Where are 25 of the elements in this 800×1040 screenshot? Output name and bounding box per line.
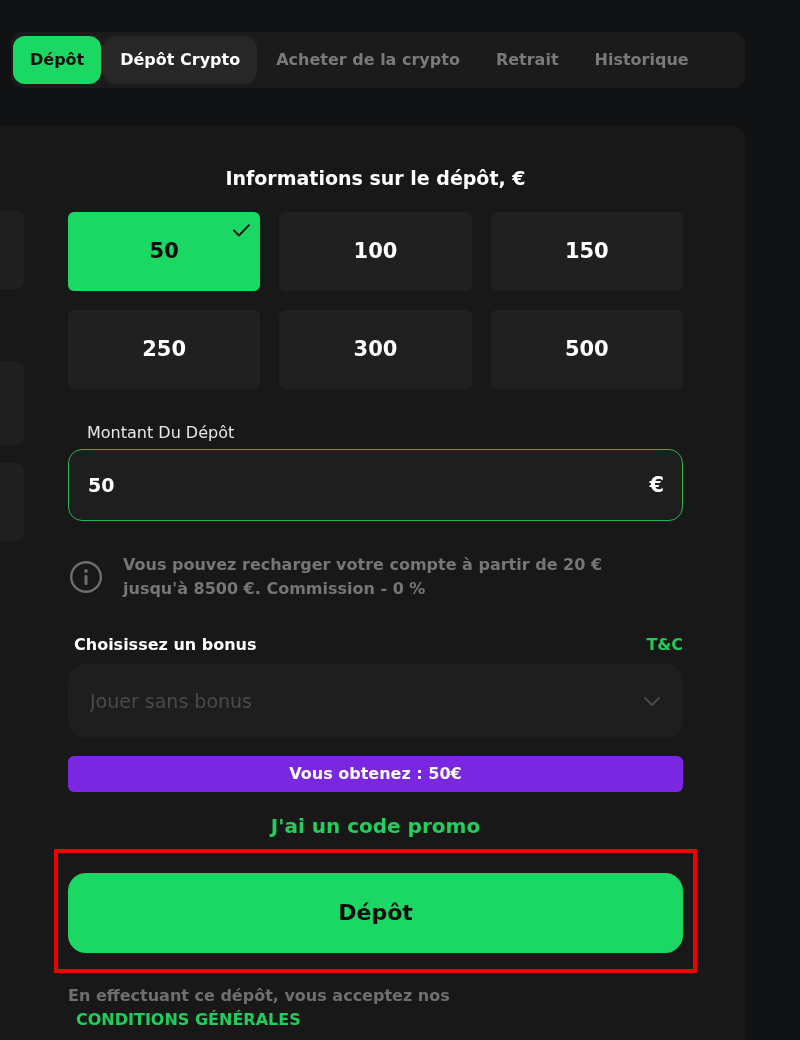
info-text: Vous pouvez recharger votre compte à partir de 20 € jusqu'à 8500 €. Commission - 0 % (123, 554, 604, 600)
field-label: Montant Du Dépôt (87, 423, 236, 443)
chevron-down-icon (644, 697, 660, 706)
form-title: Informations sur le dépôt, € (224, 166, 527, 190)
conditions-link[interactable]: CONDITIONS GÉNÉRALES (76, 1010, 301, 1029)
amount-option[interactable]: 50 (68, 212, 261, 291)
tab[interactable]: Acheter de la crypto (259, 36, 477, 84)
amount-option[interactable]: 100 (279, 212, 472, 291)
info-icon (70, 561, 102, 593)
tab[interactable]: Historique (577, 36, 706, 84)
total-banner: Vous obtenez : 50€ (68, 756, 683, 792)
amount-option[interactable]: 300 (279, 310, 472, 389)
tab[interactable]: Dépôt (13, 36, 102, 84)
terms-link[interactable]: T&C (646, 635, 683, 655)
amount-option[interactable]: 250 (68, 310, 261, 389)
deposit-button[interactable]: Dépôt (68, 873, 683, 953)
currency-symbol: € (649, 473, 664, 497)
check-icon (233, 224, 251, 237)
terms-text: En effectuant ce dépôt, vous acceptez nos CONDITIONS GÉNÉRALES (68, 985, 451, 1031)
amount-option[interactable]: 500 (490, 310, 683, 389)
tab[interactable]: Retrait (478, 36, 576, 84)
bonus-label: Choisissez un bonus (74, 635, 257, 655)
promo-code-link[interactable]: J'ai un code promo (270, 813, 481, 839)
amount-option[interactable]: 150 (490, 212, 683, 291)
tab[interactable]: Dépôt Crypto (103, 36, 258, 84)
